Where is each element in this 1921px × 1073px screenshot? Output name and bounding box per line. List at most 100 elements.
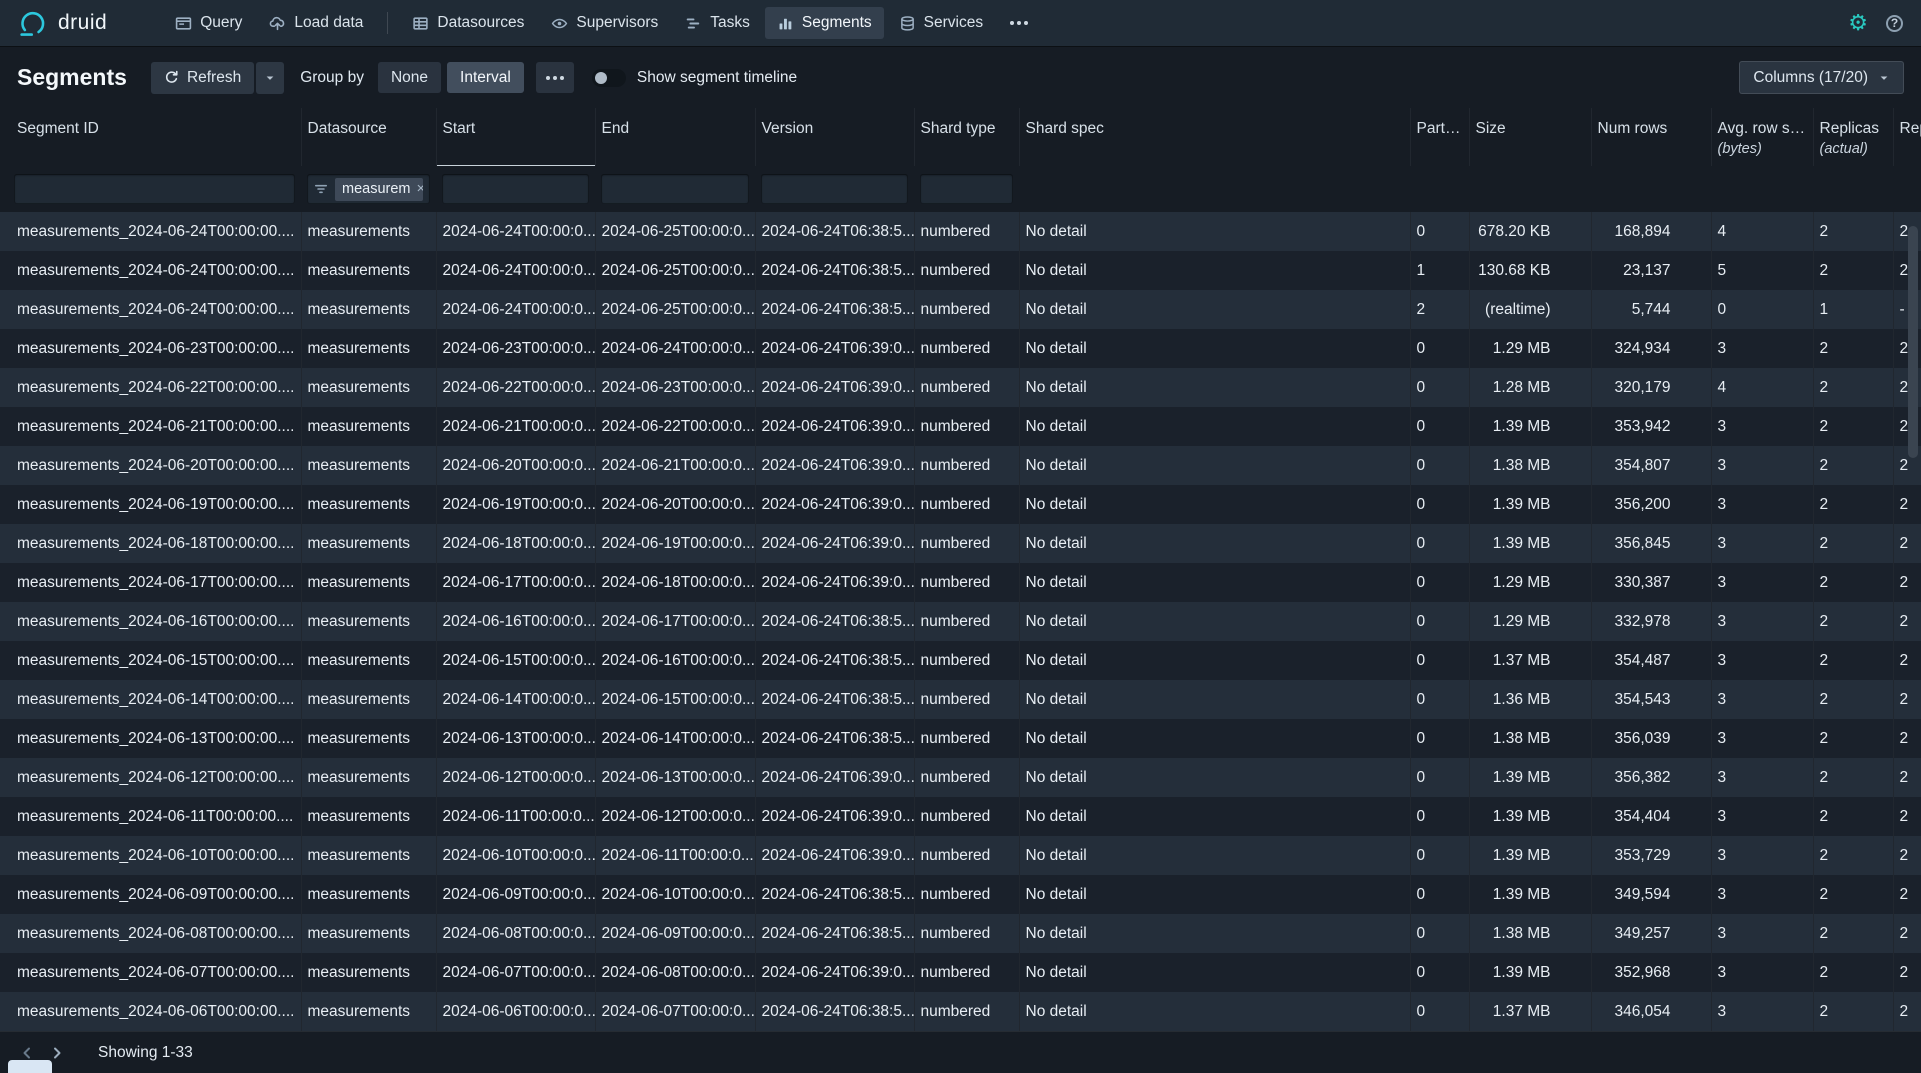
cell-replication-factor[interactable]: 2 bbox=[1893, 563, 1921, 602]
cell-version[interactable]: 2024-06-24T06:39:0... bbox=[755, 797, 914, 836]
cell-shard-spec[interactable]: No detail bbox=[1019, 641, 1410, 680]
column-header-num-rows[interactable]: Num rows bbox=[1591, 108, 1711, 166]
cell-datasource[interactable]: measurements bbox=[301, 563, 436, 602]
columns-button[interactable]: Columns (17/20) bbox=[1739, 61, 1904, 94]
table-row[interactable]: measurements_2024-06-23T00:00:00....meas… bbox=[0, 329, 1921, 368]
cell-replicas[interactable]: 2 bbox=[1813, 758, 1893, 797]
cell-shard-type[interactable]: numbered bbox=[914, 329, 1019, 368]
cell-segment-id[interactable]: measurements_2024-06-10T00:00:00.... bbox=[0, 836, 301, 875]
cell-replication-factor[interactable]: 2 bbox=[1893, 914, 1921, 953]
cell-version[interactable]: 2024-06-24T06:38:5... bbox=[755, 641, 914, 680]
column-header-partition[interactable]: Partition bbox=[1410, 108, 1469, 166]
cell-size[interactable]: 1.39 MB bbox=[1469, 524, 1591, 563]
cell-avg-row-size[interactable]: 3 bbox=[1711, 992, 1813, 1031]
cell-start[interactable]: 2024-06-16T00:00:0... bbox=[436, 602, 595, 641]
cell-replicas[interactable]: 2 bbox=[1813, 251, 1893, 290]
cell-version[interactable]: 2024-06-24T06:38:5... bbox=[755, 290, 914, 329]
cell-version[interactable]: 2024-06-24T06:39:0... bbox=[755, 485, 914, 524]
cell-start[interactable]: 2024-06-18T00:00:0... bbox=[436, 524, 595, 563]
cell-segment-id[interactable]: measurements_2024-06-11T00:00:00.... bbox=[0, 797, 301, 836]
cell-num-rows[interactable]: 353,729 bbox=[1591, 836, 1711, 875]
cell-version[interactable]: 2024-06-24T06:39:0... bbox=[755, 407, 914, 446]
cell-shard-type[interactable]: numbered bbox=[914, 368, 1019, 407]
cell-replicas[interactable]: 2 bbox=[1813, 641, 1893, 680]
cell-size[interactable]: 1.28 MB bbox=[1469, 368, 1591, 407]
cell-start[interactable]: 2024-06-17T00:00:0... bbox=[436, 563, 595, 602]
cell-size[interactable]: 678.20 KB bbox=[1469, 212, 1591, 251]
table-row[interactable]: measurements_2024-06-15T00:00:00....meas… bbox=[0, 641, 1921, 680]
cell-end[interactable]: 2024-06-10T00:00:0... bbox=[595, 875, 755, 914]
cell-replication-factor[interactable]: 2 bbox=[1893, 992, 1921, 1031]
cell-replicas[interactable]: 1 bbox=[1813, 290, 1893, 329]
cell-replicas[interactable]: 2 bbox=[1813, 485, 1893, 524]
cell-replicas[interactable]: 2 bbox=[1813, 446, 1893, 485]
help-icon[interactable]: ? bbox=[1886, 15, 1903, 32]
cell-num-rows[interactable]: 349,257 bbox=[1591, 914, 1711, 953]
table-row[interactable]: measurements_2024-06-17T00:00:00....meas… bbox=[0, 563, 1921, 602]
cell-segment-id[interactable]: measurements_2024-06-22T00:00:00.... bbox=[0, 368, 301, 407]
cell-partition[interactable]: 1 bbox=[1410, 251, 1469, 290]
cell-size[interactable]: 1.37 MB bbox=[1469, 641, 1591, 680]
cell-shard-spec[interactable]: No detail bbox=[1019, 914, 1410, 953]
remove-filter-icon[interactable]: × bbox=[417, 181, 424, 196]
cell-replication-factor[interactable]: 2 bbox=[1893, 875, 1921, 914]
cell-partition[interactable]: 0 bbox=[1410, 563, 1469, 602]
column-header-shard-type[interactable]: Shard type bbox=[914, 108, 1019, 166]
cell-shard-type[interactable]: numbered bbox=[914, 446, 1019, 485]
cell-segment-id[interactable]: measurements_2024-06-21T00:00:00.... bbox=[0, 407, 301, 446]
cell-replicas[interactable]: 2 bbox=[1813, 329, 1893, 368]
cell-end[interactable]: 2024-06-15T00:00:0... bbox=[595, 680, 755, 719]
cell-partition[interactable]: 2 bbox=[1410, 290, 1469, 329]
cell-segment-id[interactable]: measurements_2024-06-12T00:00:00.... bbox=[0, 758, 301, 797]
cell-datasource[interactable]: measurements bbox=[301, 446, 436, 485]
cell-replicas[interactable]: 2 bbox=[1813, 680, 1893, 719]
cell-datasource[interactable]: measurements bbox=[301, 836, 436, 875]
cell-version[interactable]: 2024-06-24T06:39:0... bbox=[755, 524, 914, 563]
cell-version[interactable]: 2024-06-24T06:39:0... bbox=[755, 758, 914, 797]
cell-shard-spec[interactable]: No detail bbox=[1019, 758, 1410, 797]
cell-size[interactable]: 1.39 MB bbox=[1469, 953, 1591, 992]
cell-end[interactable]: 2024-06-23T00:00:0... bbox=[595, 368, 755, 407]
cell-end[interactable]: 2024-06-25T00:00:0... bbox=[595, 212, 755, 251]
cell-datasource[interactable]: measurements bbox=[301, 329, 436, 368]
cell-avg-row-size[interactable]: 3 bbox=[1711, 797, 1813, 836]
cell-version[interactable]: 2024-06-24T06:38:5... bbox=[755, 680, 914, 719]
nav-item-supervisors[interactable]: Supervisors bbox=[539, 7, 670, 39]
cell-start[interactable]: 2024-06-24T00:00:0... bbox=[436, 290, 595, 329]
cell-shard-spec[interactable]: No detail bbox=[1019, 563, 1410, 602]
cell-shard-type[interactable]: numbered bbox=[914, 797, 1019, 836]
cell-avg-row-size[interactable]: 3 bbox=[1711, 914, 1813, 953]
cell-replication-factor[interactable]: 2 bbox=[1893, 797, 1921, 836]
cell-datasource[interactable]: measurements bbox=[301, 719, 436, 758]
cell-shard-type[interactable]: numbered bbox=[914, 758, 1019, 797]
nav-item-tasks[interactable]: Tasks bbox=[673, 7, 762, 39]
cell-version[interactable]: 2024-06-24T06:39:0... bbox=[755, 329, 914, 368]
cell-num-rows[interactable]: 356,200 bbox=[1591, 485, 1711, 524]
cell-segment-id[interactable]: measurements_2024-06-15T00:00:00.... bbox=[0, 641, 301, 680]
cell-num-rows[interactable]: 356,382 bbox=[1591, 758, 1711, 797]
cell-replicas[interactable]: 2 bbox=[1813, 953, 1893, 992]
cell-version[interactable]: 2024-06-24T06:39:0... bbox=[755, 836, 914, 875]
cell-num-rows[interactable]: 354,543 bbox=[1591, 680, 1711, 719]
cell-end[interactable]: 2024-06-20T00:00:0... bbox=[595, 485, 755, 524]
shard-type-filter-input[interactable] bbox=[920, 174, 1013, 204]
cell-end[interactable]: 2024-06-17T00:00:0... bbox=[595, 602, 755, 641]
cell-version[interactable]: 2024-06-24T06:38:5... bbox=[755, 914, 914, 953]
cell-size[interactable]: 1.29 MB bbox=[1469, 602, 1591, 641]
table-row[interactable]: measurements_2024-06-09T00:00:00....meas… bbox=[0, 875, 1921, 914]
table-row[interactable]: measurements_2024-06-18T00:00:00....meas… bbox=[0, 524, 1921, 563]
column-header-avg-row-size[interactable]: Avg. row size(bytes) bbox=[1711, 108, 1813, 166]
cell-datasource[interactable]: measurements bbox=[301, 368, 436, 407]
cell-avg-row-size[interactable]: 3 bbox=[1711, 329, 1813, 368]
cell-start[interactable]: 2024-06-11T00:00:0... bbox=[436, 797, 595, 836]
cell-end[interactable]: 2024-06-16T00:00:0... bbox=[595, 641, 755, 680]
table-row[interactable]: measurements_2024-06-13T00:00:00....meas… bbox=[0, 719, 1921, 758]
cell-replicas[interactable]: 2 bbox=[1813, 524, 1893, 563]
cell-partition[interactable]: 0 bbox=[1410, 602, 1469, 641]
cell-shard-spec[interactable]: No detail bbox=[1019, 524, 1410, 563]
cell-shard-spec[interactable]: No detail bbox=[1019, 368, 1410, 407]
cell-start[interactable]: 2024-06-15T00:00:0... bbox=[436, 641, 595, 680]
cell-replication-factor[interactable]: 2 bbox=[1893, 524, 1921, 563]
cell-size[interactable]: 1.39 MB bbox=[1469, 407, 1591, 446]
cell-shard-type[interactable]: numbered bbox=[914, 251, 1019, 290]
